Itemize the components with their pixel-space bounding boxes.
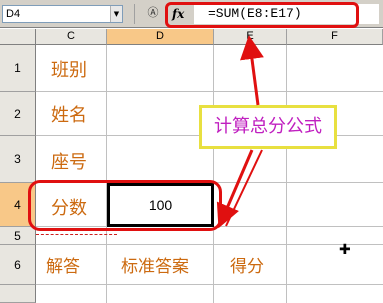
cell-c4[interactable]: 分数 [51, 194, 87, 220]
row-header-7[interactable] [0, 285, 36, 303]
row-header-6[interactable]: 6 [0, 245, 36, 285]
name-box[interactable]: D4 [2, 5, 123, 23]
annotation-callout: 计算总分公式 [199, 105, 337, 149]
arrow-to-score [216, 149, 254, 229]
cell-c1[interactable]: 班别 [51, 56, 87, 82]
arrow-to-formula [240, 35, 264, 106]
grid-line [36, 284, 383, 285]
grid-line [106, 45, 107, 303]
plus-cursor-icon: ✚ [339, 242, 351, 258]
cell-c3[interactable]: 座号 [51, 148, 87, 174]
formula-bar-divider [134, 4, 135, 24]
column-header-e[interactable]: E [214, 29, 287, 45]
row-header-4[interactable]: 4 [0, 183, 36, 227]
formula-input[interactable]: =SUM(E8:E17) [194, 4, 379, 24]
grid-line [213, 45, 214, 303]
row-header-2[interactable]: 2 [0, 92, 36, 136]
cell-c6[interactable]: 解答 [46, 252, 80, 277]
row-header-3[interactable]: 3 [0, 136, 36, 183]
column-header-d[interactable]: D [107, 29, 214, 45]
cell-c2[interactable]: 姓名 [51, 101, 87, 127]
annotation-text: 计算总分公式 [214, 116, 322, 137]
column-header-f[interactable]: F [287, 29, 383, 45]
grid-line [286, 45, 287, 303]
formula-bar: D4 ▼ Ⓐ fx =SUM(E8:E17) [0, 0, 383, 28]
cell-d6[interactable]: 标准答案 [121, 252, 189, 277]
chevron-down-icon[interactable]: ▼ [110, 6, 122, 22]
row-header-5[interactable]: 5 [0, 227, 36, 245]
dashed-border [36, 234, 117, 235]
column-header-c[interactable]: C [36, 29, 107, 45]
grid-line [36, 244, 383, 245]
grid-line [36, 91, 383, 92]
row-header-1[interactable]: 1 [0, 45, 36, 92]
cancel-icon[interactable]: Ⓐ [146, 6, 160, 20]
select-all-corner[interactable] [0, 29, 36, 45]
cell-d4-selected[interactable]: 100 [107, 183, 214, 227]
cell-e6[interactable]: 得分 [230, 252, 264, 277]
fx-icon[interactable]: fx [172, 4, 190, 24]
arrow-to-score-2 [225, 149, 263, 227]
